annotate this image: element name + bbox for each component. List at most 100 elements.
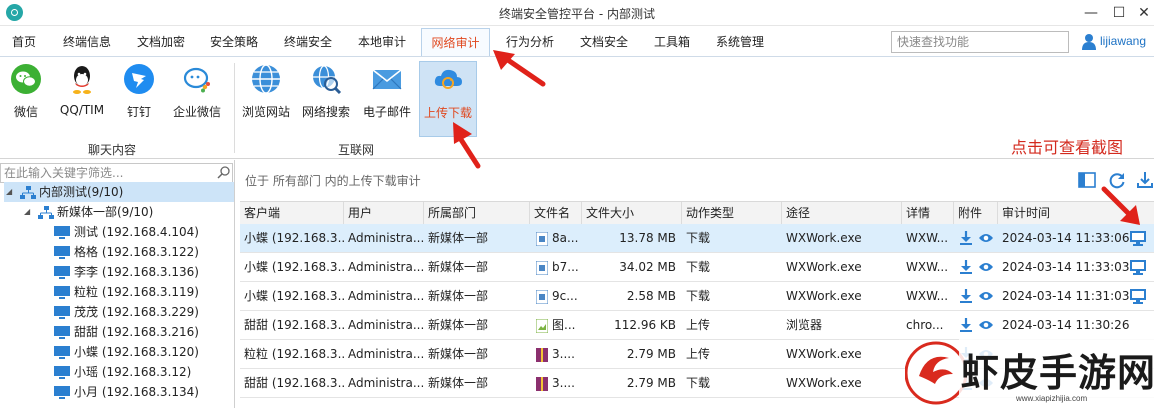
- download-icon[interactable]: [960, 231, 972, 245]
- ribbon-wecom-label: 企业微信: [172, 105, 221, 119]
- file-type-icon: [536, 319, 548, 333]
- column-header-detail[interactable]: 详情: [902, 202, 954, 224]
- tree-terminal-label: 甜甜 (192.168.3.216): [74, 325, 199, 339]
- download-icon[interactable]: [960, 289, 972, 303]
- download-icon[interactable]: [960, 260, 972, 274]
- column-header-client[interactable]: 客户端: [240, 202, 344, 224]
- monitor-icon: [54, 286, 70, 299]
- location-breadcrumb: 位于 所有部门 内的上传下载审计: [245, 174, 421, 188]
- table-row[interactable]: 小蝶 (192.168.3... Administra... 新媒体一部 b7... 3…: [240, 253, 1154, 282]
- ribbon-search-button[interactable]: 网络搜索: [299, 61, 353, 137]
- column-header-action[interactable]: 动作类型: [682, 202, 782, 224]
- tree-terminal-item[interactable]: 小蝶 (192.168.3.120): [54, 342, 234, 362]
- monitor-icon: [54, 346, 70, 359]
- screenshot-monitor-icon[interactable]: [1130, 231, 1146, 246]
- search-icon[interactable]: [217, 165, 231, 179]
- tree-terminal-item[interactable]: 甜甜 (192.168.3.216): [54, 322, 234, 342]
- menu-system-manage[interactable]: 系统管理: [707, 28, 773, 56]
- close-button[interactable]: ✕: [1134, 3, 1154, 23]
- tree-terminal-label: 测试 (192.168.4.104): [74, 225, 199, 239]
- cell-via: WXWork.exe: [786, 260, 862, 274]
- cell-filename: 9c...: [552, 289, 578, 303]
- file-type-icon: [536, 348, 548, 362]
- preview-eye-icon[interactable]: [979, 262, 993, 272]
- user-name[interactable]: lijiawang: [1100, 34, 1146, 48]
- tree-terminal-item[interactable]: 格格 (192.168.3.122): [54, 242, 234, 262]
- column-layout-icon[interactable]: [1078, 171, 1096, 189]
- cell-user: Administra...: [348, 231, 424, 245]
- screenshot-monitor-icon[interactable]: [1130, 260, 1146, 275]
- table-row[interactable]: 小蝶 (192.168.3... Administra... 新媒体一部 9c... 2…: [240, 282, 1154, 311]
- cell-detail: WXW...: [906, 289, 949, 303]
- preview-eye-icon[interactable]: [979, 320, 993, 330]
- ribbon-browse-button[interactable]: 浏览网站: [239, 61, 293, 137]
- quick-search-input[interactable]: 快速查找功能: [891, 31, 1069, 53]
- annotation-arrow-screenshot: [1101, 186, 1140, 225]
- org-tree-icon: [20, 186, 36, 199]
- menu-home[interactable]: 首页: [2, 28, 46, 56]
- globe-icon: [252, 64, 280, 94]
- column-header-user[interactable]: 用户: [344, 202, 424, 224]
- maximize-button[interactable]: ☐: [1109, 3, 1129, 23]
- cell-action: 上传: [686, 318, 711, 332]
- cell-via: WXWork.exe: [786, 231, 862, 245]
- monitor-icon: [54, 246, 70, 259]
- tree-terminal-label: 粒粒 (192.168.3.119): [74, 285, 199, 299]
- screenshot-monitor-icon[interactable]: [1130, 289, 1146, 304]
- cell-audit-time: 2024-03-14 11:33:03: [1002, 260, 1130, 274]
- tree-terminal-label: 小蝶 (192.168.3.120): [74, 345, 199, 359]
- tree-terminal-item[interactable]: 粒粒 (192.168.3.119): [54, 282, 234, 302]
- preview-eye-icon[interactable]: [979, 291, 993, 301]
- cell-action: 下载: [686, 231, 711, 245]
- ribbon-wechat-button[interactable]: 微信: [4, 61, 48, 137]
- org-tree-icon: [38, 206, 54, 219]
- cell-audit-time: 2024-03-14 11:30:26: [1002, 318, 1130, 332]
- tree-terminal-label: 茂茂 (192.168.3.229): [74, 305, 199, 319]
- collapse-arrow-icon[interactable]: ◢: [24, 202, 30, 222]
- menu-local-audit[interactable]: 本地审计: [349, 28, 415, 56]
- tree-filter-input[interactable]: 在此输入关键字筛选...: [0, 163, 233, 183]
- minimize-button[interactable]: —: [1081, 3, 1101, 23]
- ribbon: 微信 QQ/TIM 钉钉 企业微信 聊天内容 浏览网站 网络搜索 电子邮件 上传…: [0, 56, 1154, 159]
- cell-filesize: 2.79 MB: [626, 376, 676, 390]
- preview-eye-icon[interactable]: [979, 233, 993, 243]
- ribbon-search-label: 网络搜索: [301, 105, 350, 119]
- qq-icon: [73, 66, 91, 94]
- menu-terminal-security[interactable]: 终端安全: [275, 28, 341, 56]
- cell-client: 甜甜 (192.168.3...: [244, 376, 344, 390]
- menu-doc-security[interactable]: 文档安全: [571, 28, 637, 56]
- monitor-icon: [54, 306, 70, 319]
- cell-via: WXWork.exe: [786, 347, 862, 361]
- title-bar: 终端安全管控平台 - 内部测试 — ☐ ✕: [0, 0, 1154, 26]
- email-icon: [372, 69, 402, 90]
- column-header-via[interactable]: 途径: [782, 202, 902, 224]
- tree-terminal-item[interactable]: 测试 (192.168.4.104): [54, 222, 234, 242]
- menu-network-audit[interactable]: 网络审计: [421, 28, 490, 57]
- menu-toolbox[interactable]: 工具箱: [645, 28, 699, 56]
- column-header-attachment[interactable]: 附件: [954, 202, 998, 224]
- column-header-filename[interactable]: 文件名: [530, 202, 582, 224]
- tree-group-node[interactable]: ◢ 新媒体一部(9/10): [22, 202, 234, 222]
- tree-terminal-item[interactable]: 小瑶 (192.168.3.12): [54, 362, 234, 382]
- column-header-department[interactable]: 所属部门: [424, 202, 530, 224]
- menu-terminal-info[interactable]: 终端信息: [54, 28, 120, 56]
- tree-terminal-item[interactable]: 小月 (192.168.3.134): [54, 382, 234, 402]
- tree-terminal-item[interactable]: 茂茂 (192.168.3.229): [54, 302, 234, 322]
- download-icon[interactable]: [960, 318, 972, 332]
- ribbon-qq-button[interactable]: QQ/TIM: [53, 61, 111, 137]
- column-header-filesize[interactable]: 文件大小: [582, 202, 682, 224]
- search-globe-icon: [313, 65, 342, 95]
- menu-doc-encrypt[interactable]: 文档加密: [128, 28, 194, 56]
- cloud-sync-icon: [434, 69, 462, 89]
- menu-security-policy[interactable]: 安全策略: [201, 28, 267, 56]
- ribbon-email-button[interactable]: 电子邮件: [359, 61, 415, 137]
- ribbon-browse-label: 浏览网站: [241, 105, 290, 119]
- ribbon-wecom-button[interactable]: 企业微信: [168, 61, 226, 137]
- collapse-arrow-icon[interactable]: ◢: [6, 182, 12, 202]
- table-row[interactable]: 小蝶 (192.168.3... Administra... 新媒体一部 8a... 1…: [240, 224, 1154, 253]
- tree-terminal-item[interactable]: 李李 (192.168.3.136): [54, 262, 234, 282]
- ribbon-dingtalk-button[interactable]: 钉钉: [118, 61, 160, 137]
- cell-audit-time: 2024-03-14 11:31:03: [1002, 289, 1130, 303]
- table-row[interactable]: 甜甜 (192.168.3... Administra... 新媒体一部 图... 11…: [240, 311, 1154, 340]
- tree-root-node[interactable]: ◢ 内部测试(9/10): [4, 182, 234, 202]
